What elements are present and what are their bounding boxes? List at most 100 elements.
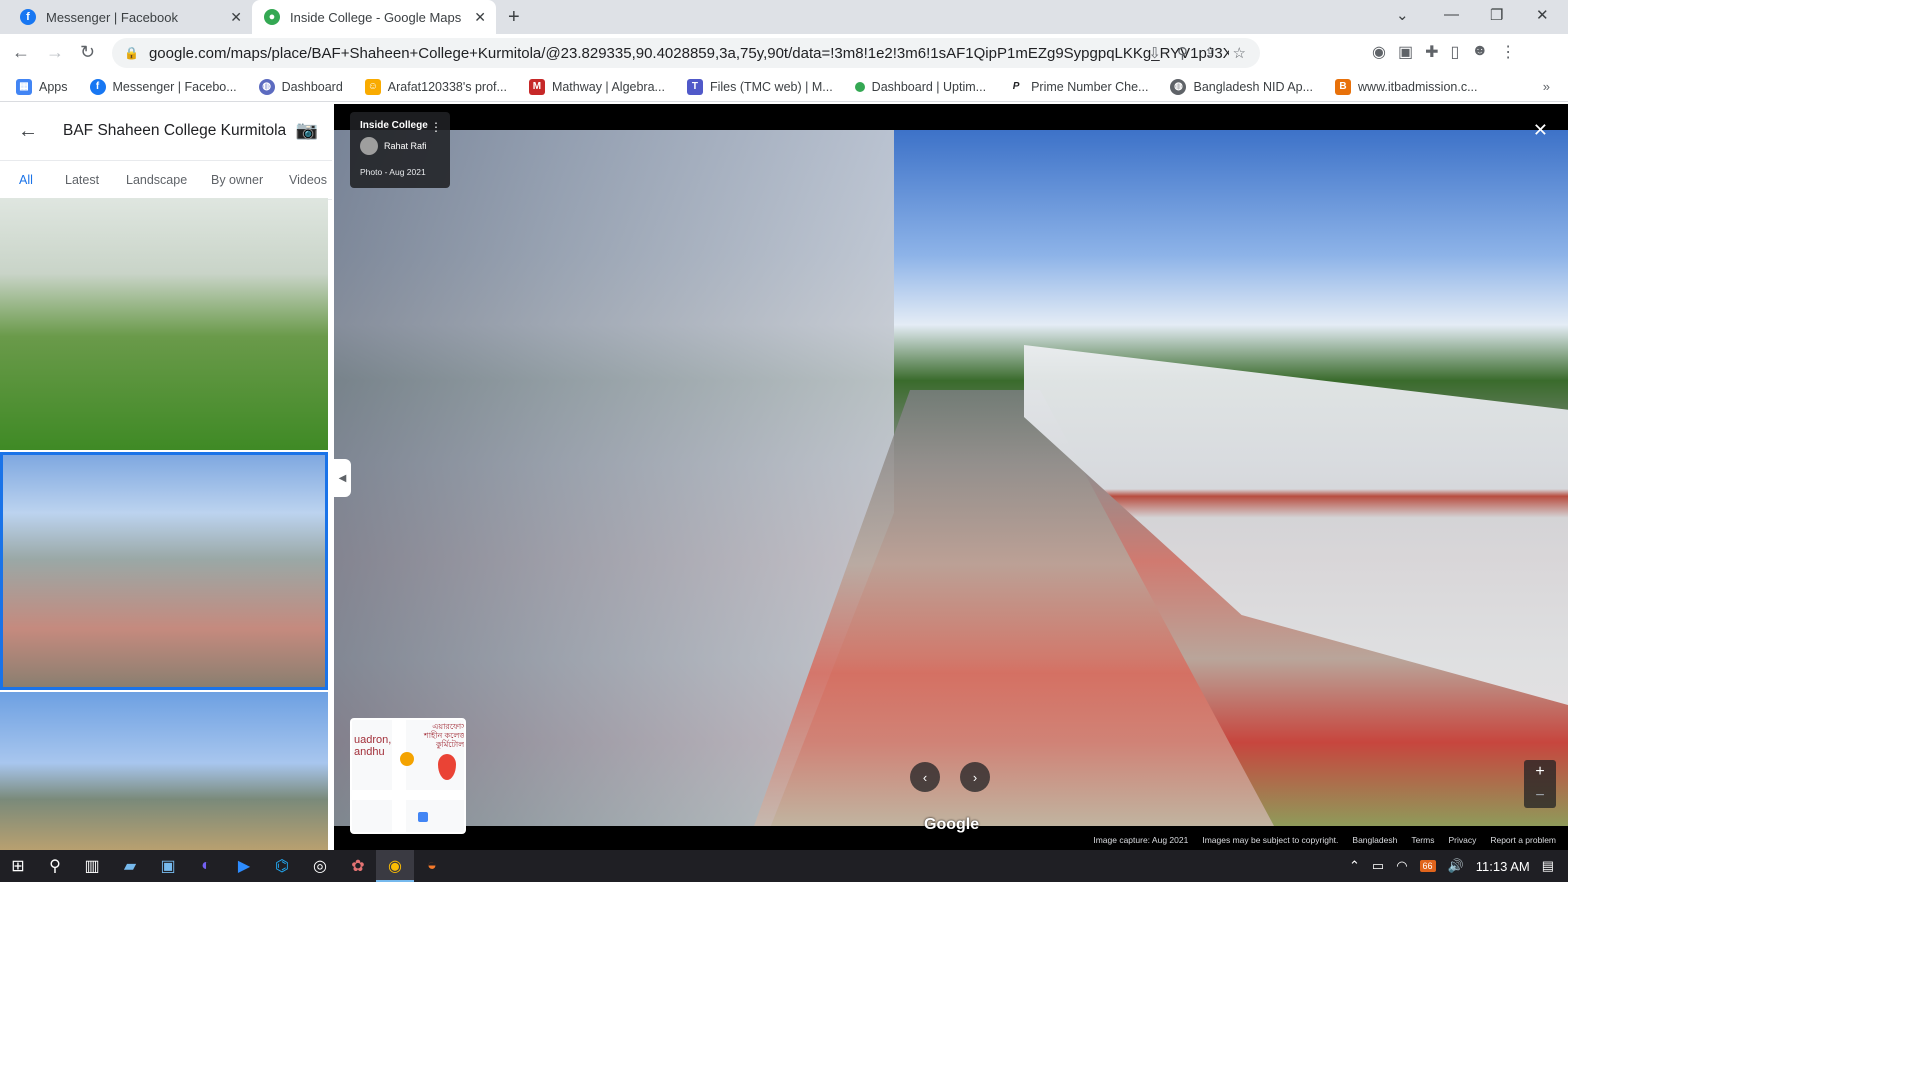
photo-viewer[interactable]: Inside College ⋮ Rahat Rafi Photo - Aug …	[334, 104, 1568, 850]
collapse-panel-button[interactable]: ◀	[334, 459, 351, 497]
globe-icon: ◍	[1170, 78, 1187, 95]
bookmark-itbadmission[interactable]: Bwww.itbadmission.c...	[1335, 78, 1478, 95]
previous-photo-button[interactable]: ‹	[910, 762, 940, 792]
report-problem-link[interactable]: Report a problem	[1490, 835, 1556, 845]
tab-latest[interactable]: Latest	[65, 173, 99, 187]
wifi-icon[interactable]: ◠	[1396, 858, 1407, 874]
tab-all[interactable]: All	[19, 173, 33, 187]
profile-avatar[interactable]: ☻	[1471, 42, 1488, 62]
tab-by-owner[interactable]: By owner	[211, 173, 263, 187]
zoom-in-button[interactable]: +	[1535, 763, 1544, 781]
map-road	[392, 720, 406, 832]
omnibox-actions: ⇩ ⚲ ⇪ ☆	[1148, 44, 1246, 62]
extensions-area: ◉ ▣ ✚ ▯ ☻ ⋮	[1372, 42, 1516, 62]
install-icon[interactable]: ⇩	[1148, 44, 1161, 62]
clock[interactable]: 11:13 AM	[1476, 859, 1530, 874]
maximize-button[interactable]: ❐	[1490, 6, 1503, 24]
place-title: BAF Shaheen College Kurmitola	[63, 122, 287, 139]
add-photo-icon[interactable]: 📷	[296, 120, 318, 141]
viewer-footer: Image capture: Aug 2021 Images may be su…	[334, 830, 1568, 850]
taskbar-app-icon[interactable]: ✿	[348, 856, 368, 876]
notifications-icon[interactable]: ▤	[1542, 858, 1554, 874]
windows-taskbar: ⊞ ⚲ ▥ ▰ ▣ ◐ ▶ ⌬ ◎ ✿ ◉ ◒ ⌃ ▭ ◠ 66 🔊 11:13…	[0, 850, 1568, 882]
taskbar-app-icon[interactable]: ▰	[120, 856, 140, 876]
share-icon[interactable]: ⇪	[1204, 44, 1217, 62]
more-bookmarks-icon[interactable]: »	[1543, 79, 1550, 94]
close-tab-icon[interactable]: ✕	[230, 9, 242, 26]
bookmark-dashboard[interactable]: ◍ Dashboard	[258, 78, 343, 95]
bookmark-prime[interactable]: P Prime Number Che...	[1008, 78, 1148, 95]
url-text[interactable]: google.com/maps/place/BAF+Shaheen+Colleg…	[149, 45, 1229, 62]
bookmark-messenger[interactable]: f Messenger | Facebo...	[89, 78, 237, 95]
bookmark-star-icon[interactable]: ☆	[1233, 44, 1246, 62]
zoom-app-icon[interactable]: ▶	[234, 856, 254, 876]
viber-icon[interactable]: ◐	[196, 856, 216, 876]
itb-icon: B	[1335, 78, 1352, 95]
task-view-icon[interactable]: ▥	[82, 856, 102, 876]
address-bar[interactable]: 🔒 google.com/maps/place/BAF+Shaheen+Coll…	[112, 38, 1260, 68]
extension-icon[interactable]: ▣	[1398, 42, 1413, 62]
blender-icon[interactable]: ◒	[422, 856, 442, 876]
windows-start-icon[interactable]: ⊞	[8, 856, 28, 876]
more-options-icon[interactable]: ⋮	[430, 120, 442, 134]
terms-link[interactable]: Terms	[1411, 835, 1434, 845]
location-pin-icon[interactable]	[438, 754, 456, 780]
back-arrow-icon[interactable]: ←	[18, 120, 38, 143]
photo-thumbnail[interactable]	[0, 692, 328, 850]
minimize-button[interactable]: —	[1444, 6, 1459, 23]
photo-thumbnail-selected[interactable]	[0, 452, 328, 690]
next-photo-button[interactable]: ›	[960, 762, 990, 792]
menu-dots-icon[interactable]: ⋮	[1500, 42, 1516, 62]
author-name: Rahat Rafi	[384, 141, 427, 151]
battery-icon[interactable]: ▭	[1372, 858, 1384, 874]
bookmark-nid[interactable]: ◍ Bangladesh NID Ap...	[1170, 78, 1313, 95]
back-button[interactable]: ←	[12, 42, 30, 63]
tray-badge[interactable]: 66	[1419, 860, 1436, 872]
tab-google-maps[interactable]: ● Inside College - Google Maps ✕	[252, 0, 496, 34]
zoom-icon[interactable]: ⚲	[1177, 44, 1188, 62]
courtyard-photo[interactable]	[334, 130, 1568, 826]
mini-map[interactable]: uadron, andhu এয়ারফোর্স শাহীন কলেজ কুর্…	[350, 718, 466, 834]
tab-landscape[interactable]: Landscape	[126, 173, 187, 187]
close-window-button[interactable]: ✕	[1536, 6, 1549, 24]
region-link[interactable]: Bangladesh	[1352, 835, 1397, 845]
privacy-link[interactable]: Privacy	[1448, 835, 1476, 845]
restaurant-pin-icon[interactable]	[400, 752, 414, 766]
search-icon[interactable]: ⚲	[45, 856, 65, 876]
taskbar-app-icon[interactable]: ▣	[158, 856, 178, 876]
extension-icon[interactable]: ◉	[1372, 42, 1386, 62]
bookmark-arafat[interactable]: ☺ Arafat120338's prof...	[364, 78, 507, 95]
google-maps-icon: ●	[264, 9, 280, 25]
side-panel-icon[interactable]: ▯	[1451, 42, 1460, 62]
photo-title: Inside College	[360, 120, 428, 131]
tab-messenger[interactable]: f Messenger | Facebook ✕	[8, 0, 252, 34]
author-row[interactable]: Rahat Rafi	[360, 137, 440, 155]
bookmark-uptime[interactable]: Dashboard | Uptim...	[854, 80, 986, 94]
close-tab-icon[interactable]: ✕	[474, 9, 486, 26]
p-icon: P	[1008, 78, 1025, 95]
bookmark-files-tmc[interactable]: T Files (TMC web) | M...	[686, 78, 833, 95]
obs-icon[interactable]: ◎	[310, 856, 330, 876]
bookmark-apps[interactable]: ▦ Apps	[16, 78, 68, 95]
photo-thumbnail[interactable]	[0, 198, 328, 450]
puzzle-icon[interactable]: ✚	[1425, 42, 1438, 62]
system-tray: ⌃ ▭ ◠ 66 🔊 11:13 AM ▤	[1349, 850, 1554, 882]
lock-icon[interactable]: 🔒	[124, 46, 139, 60]
tab-videos[interactable]: Videos	[289, 173, 327, 187]
close-viewer-icon[interactable]: ✕	[1533, 120, 1548, 141]
tab-title: Messenger | Facebook	[46, 9, 178, 25]
tray-chevron-icon[interactable]: ⌃	[1349, 858, 1360, 874]
chrome-icon[interactable]: ◉	[385, 856, 405, 876]
zoom-out-button[interactable]: −	[1535, 787, 1544, 805]
map-label: এয়ারফোর্স শাহীন কলেজ কুর্মিটোলা	[424, 722, 466, 749]
vscode-icon[interactable]: ⌬	[272, 856, 292, 876]
tab-search-chevron-icon[interactable]: ⌄	[1396, 6, 1409, 24]
reload-button[interactable]: ↻	[80, 42, 95, 63]
new-tab-button[interactable]: +	[508, 6, 520, 29]
photo-date: Photo - Aug 2021	[360, 167, 426, 177]
bookmark-mathway[interactable]: M Mathway | Algebra...	[528, 78, 665, 95]
forward-button[interactable]: →	[46, 42, 64, 63]
mathway-icon: M	[528, 78, 545, 95]
volume-icon[interactable]: 🔊	[1448, 858, 1464, 874]
transit-icon[interactable]	[418, 812, 428, 822]
